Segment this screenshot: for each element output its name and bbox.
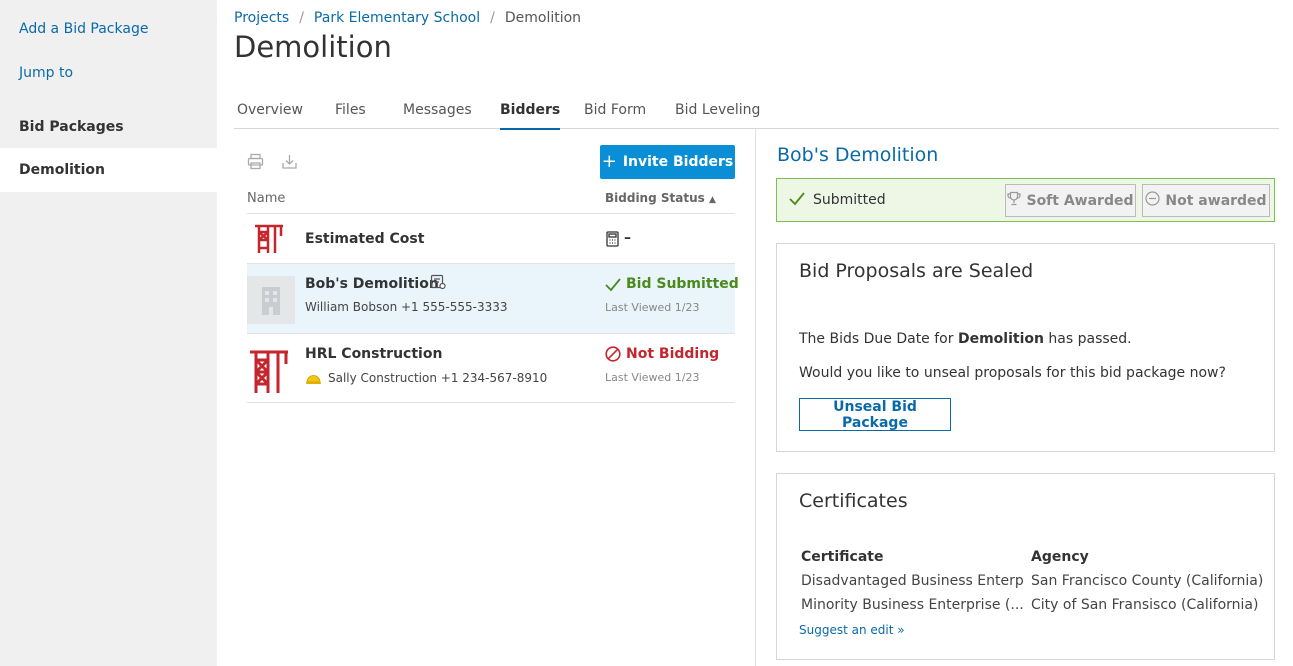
breadcrumb-project[interactable]: Park Elementary School: [314, 10, 480, 26]
message-text: The Bids Due Date for: [799, 331, 958, 347]
breadcrumb-projects[interactable]: Projects: [234, 10, 289, 26]
column-header-label: Bidding Status: [605, 191, 705, 205]
tab-bar: Overview Files Messages Bidders Bid Form…: [234, 102, 1279, 130]
due-date-message: The Bids Due Date for Demolition has pas…: [799, 331, 1132, 347]
hard-hat-icon: [305, 370, 322, 390]
suggest-edit-link[interactable]: Suggest an edit »: [799, 623, 905, 637]
column-header-bidding-status[interactable]: Bidding Status ▲: [605, 191, 716, 205]
check-icon: [605, 277, 621, 296]
sidebar-item-label: Demolition: [19, 162, 105, 178]
sealed-proposals-card: Bid Proposals are Sealed The Bids Due Da…: [776, 243, 1275, 452]
breadcrumb-separator: /: [299, 10, 304, 26]
table-divider: [247, 333, 735, 334]
bidder-name[interactable]: HRL Construction: [305, 346, 442, 362]
bid-status: Not Bidding: [626, 346, 720, 362]
message-text: has passed.: [1043, 331, 1132, 347]
agency-name: City of San Fransisco (California): [1031, 597, 1259, 613]
download-icon[interactable]: [281, 153, 299, 171]
plus-icon: +: [601, 151, 617, 172]
bidder-name[interactable]: Bob's Demolition: [305, 276, 439, 292]
sort-asc-icon: ▲: [708, 195, 716, 205]
add-bid-package-link[interactable]: Add a Bid Package: [19, 21, 148, 37]
selected-bidder-title[interactable]: Bob's Demolition: [777, 144, 938, 166]
jump-to-link[interactable]: Jump to: [19, 65, 73, 81]
sidebar: Add a Bid Package Jump to Bid Packages D…: [0, 0, 217, 666]
bid-status: Bid Submitted: [626, 276, 739, 292]
last-viewed: Last Viewed 1/23: [605, 371, 700, 384]
not-awarded-button[interactable]: Not awarded: [1142, 184, 1270, 217]
breadcrumb-current: Demolition: [504, 10, 582, 26]
breadcrumb-separator: /: [490, 10, 495, 26]
printer-icon[interactable]: [247, 153, 265, 171]
certificate-name: Minority Business Enterprise (...: [801, 597, 1023, 613]
unseal-prompt: Would you like to unseal proposals for t…: [799, 365, 1226, 381]
tab-bid-form[interactable]: Bid Form: [584, 102, 646, 129]
bid-packages-label: Bid Packages: [19, 119, 124, 135]
table-divider: [247, 213, 735, 214]
certificate-name: Disadvantaged Business Enterp...: [801, 573, 1023, 589]
not-awarded-label: Not awarded: [1165, 192, 1267, 209]
sidebar-item-demolition[interactable]: Demolition: [0, 148, 217, 192]
trophy-icon: [1007, 191, 1022, 210]
soft-awarded-label: Soft Awarded: [1026, 192, 1134, 209]
submission-status-bar: Submitted Soft Awarded Not awarded: [776, 178, 1275, 222]
minus-circle-icon: [1145, 191, 1161, 210]
building-placeholder-icon: [247, 276, 295, 324]
calculator-icon: [606, 231, 619, 251]
table-divider: [247, 402, 735, 403]
company-logo-icon: [253, 222, 287, 258]
certificates-title: Certificates: [799, 490, 908, 512]
certificates-card: Certificates Certificate Agency Disadvan…: [776, 473, 1275, 660]
submission-status: Submitted: [813, 192, 886, 208]
certificate-column-header: Certificate: [801, 549, 884, 565]
not-bidding-icon: [605, 346, 621, 366]
tab-files[interactable]: Files: [335, 102, 366, 129]
unseal-bid-package-button[interactable]: Unseal Bid Package: [799, 398, 951, 431]
table-row[interactable]: [247, 264, 735, 333]
sealed-card-title: Bid Proposals are Sealed: [799, 260, 1034, 282]
package-name: Demolition: [957, 331, 1044, 347]
invite-bidders-button[interactable]: + Invite Bidders: [600, 145, 735, 179]
last-viewed: Last Viewed 1/23: [605, 301, 700, 314]
bidder-contact: William Bobson +1 555-555-3333: [305, 300, 508, 314]
estimated-cost-value: –: [624, 230, 631, 246]
estimated-cost-label: Estimated Cost: [305, 231, 425, 247]
agency-column-header: Agency: [1031, 549, 1089, 565]
tab-bidders[interactable]: Bidders: [500, 102, 561, 130]
soft-awarded-button[interactable]: Soft Awarded: [1005, 184, 1136, 217]
column-header-name[interactable]: Name: [247, 191, 285, 206]
tab-messages[interactable]: Messages: [403, 102, 472, 129]
company-logo-icon: [248, 346, 292, 398]
bidder-contact: Sally Construction +1 234-567-8910: [328, 371, 548, 385]
agency-name: San Francisco County (California): [1031, 573, 1264, 589]
page-title: Demolition: [234, 30, 392, 64]
check-icon: [789, 191, 805, 210]
invite-bidders-label: Invite Bidders: [622, 154, 734, 170]
certificate-icon: [430, 274, 447, 295]
tab-bid-leveling[interactable]: Bid Leveling: [675, 102, 760, 129]
panel-divider: [755, 129, 756, 666]
breadcrumb: Projects / Park Elementary School / Demo…: [234, 10, 581, 26]
tab-overview[interactable]: Overview: [237, 102, 303, 129]
